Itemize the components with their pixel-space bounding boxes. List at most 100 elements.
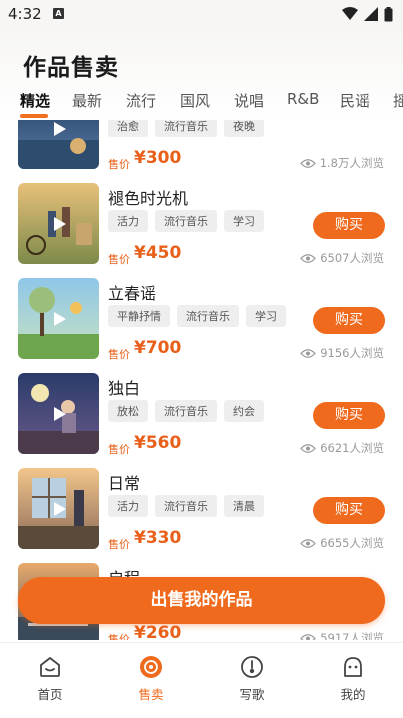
- view-count-text: 5917人浏览: [320, 631, 384, 640]
- price: ¥300: [134, 148, 182, 168]
- tag: 放松: [108, 400, 148, 422]
- list-item[interactable]: 褪色时光机 活力 流行音乐 学习 售价 ¥450 购买 6507人浏览: [0, 183, 403, 278]
- signal-icon: [364, 7, 378, 21]
- tag-list: 治愈 流行音乐 夜晚: [108, 120, 264, 137]
- nav-item-write[interactable]: 写歌: [222, 655, 282, 703]
- tag: 流行音乐: [155, 400, 217, 422]
- tag-list: 放松 流行音乐 约会: [108, 400, 264, 422]
- view-count-text: 9156人浏览: [320, 346, 384, 360]
- header: 作品售卖 精选 最新 流行 国风 说唱 R&B 民谣 摇: [0, 28, 403, 120]
- pen-icon: [241, 656, 263, 678]
- tag: 流行音乐: [155, 210, 217, 232]
- tag: 流行音乐: [177, 305, 239, 327]
- eye-icon: [299, 158, 316, 168]
- buy-button[interactable]: 购买: [313, 402, 385, 429]
- cover-image[interactable]: [18, 183, 99, 264]
- view-count: 5917人浏览: [300, 630, 384, 640]
- work-title[interactable]: 立春谣: [108, 280, 156, 304]
- sell-my-work-button[interactable]: 出售我的作品: [18, 577, 385, 624]
- price-label: 售价: [108, 443, 130, 456]
- tab-rnb[interactable]: R&B: [287, 90, 319, 108]
- vinyl-icon: [140, 656, 162, 678]
- eye-icon: [300, 253, 317, 263]
- play-icon[interactable]: [51, 216, 67, 232]
- price: ¥700: [134, 338, 182, 358]
- tab-rap[interactable]: 说唱: [234, 90, 264, 111]
- price-label: 售价: [108, 538, 130, 551]
- price: ¥260: [134, 623, 182, 640]
- price: ¥330: [134, 528, 182, 548]
- home-icon: [40, 657, 60, 677]
- play-icon[interactable]: [51, 311, 67, 327]
- tag: 流行音乐: [155, 495, 217, 517]
- tab-pop[interactable]: 流行: [126, 90, 156, 111]
- play-icon[interactable]: [51, 406, 67, 422]
- nav-label: 写歌: [239, 687, 265, 702]
- view-count-text: 1.8万人浏览: [319, 156, 384, 170]
- tag: 流行音乐: [155, 120, 217, 137]
- tag-list: 平静抒情 流行音乐 学习: [108, 305, 286, 327]
- buy-button[interactable]: 购买: [313, 497, 385, 524]
- category-tabs: 精选 最新 流行 国风 说唱 R&B 民谣 摇: [0, 90, 403, 116]
- list-item[interactable]: 日常 活力 流行音乐 清晨 售价 ¥330 购买 6655人浏览: [0, 468, 403, 563]
- cover-image[interactable]: [18, 373, 99, 454]
- price: ¥450: [134, 243, 182, 263]
- price-label: 售价: [108, 348, 130, 361]
- list-item[interactable]: 立春谣 平静抒情 流行音乐 学习 售价 ¥700 购买 9156人浏览: [0, 278, 403, 373]
- status-bar: 4:32 A: [0, 0, 403, 28]
- list-item[interactable]: 治愈 流行音乐 夜晚 售价 ¥300 购买 1.8万人浏览: [0, 120, 403, 183]
- status-time: 4:32: [8, 5, 42, 23]
- cover-image[interactable]: [18, 278, 99, 359]
- price-label: 售价: [108, 633, 130, 640]
- work-title[interactable]: 独白: [108, 375, 140, 399]
- list-item[interactable]: 独白 放松 流行音乐 约会 售价 ¥560 购买 6621人浏览: [0, 373, 403, 468]
- notification-icon: A: [53, 8, 64, 19]
- play-icon[interactable]: [51, 501, 67, 517]
- work-title[interactable]: 褪色时光机: [108, 185, 188, 209]
- profile-icon: [344, 657, 362, 677]
- view-count-text: 6621人浏览: [320, 441, 384, 455]
- tab-latest[interactable]: 最新: [72, 90, 102, 111]
- price-label: 售价: [108, 253, 130, 266]
- tag: 约会: [224, 400, 264, 422]
- page-title: 作品售卖: [23, 55, 119, 81]
- cover-image[interactable]: [18, 120, 99, 169]
- price-label: 售价: [108, 158, 130, 171]
- eye-icon: [300, 443, 317, 453]
- tag: 学习: [246, 305, 286, 327]
- view-count: 1.8万人浏览: [299, 155, 384, 171]
- gesture-bar: [0, 704, 403, 718]
- eye-icon: [300, 538, 317, 548]
- tab-folk[interactable]: 民谣: [340, 90, 370, 111]
- view-count: 6655人浏览: [300, 535, 384, 551]
- work-list[interactable]: 治愈 流行音乐 夜晚 售价 ¥300 购买 1.8万人浏览 褪色时光机 活力 流…: [0, 120, 403, 640]
- buy-button[interactable]: 购买: [313, 212, 385, 239]
- view-count-text: 6655人浏览: [320, 536, 384, 550]
- tag-list: 活力 流行音乐 学习: [108, 210, 264, 232]
- tag-list: 活力 流行音乐 清晨: [108, 495, 264, 517]
- status-icons: [342, 6, 393, 22]
- tag: 治愈: [108, 120, 148, 137]
- tag: 平静抒情: [108, 305, 170, 327]
- nav-label: 售卖: [138, 687, 164, 702]
- tab-rock[interactable]: 摇: [393, 90, 403, 111]
- nav-item-sell[interactable]: 售卖: [121, 655, 181, 703]
- tab-featured[interactable]: 精选: [20, 90, 50, 111]
- view-count: 9156人浏览: [300, 345, 384, 361]
- nav-label: 我的: [340, 687, 366, 702]
- nav-item-profile[interactable]: 我的: [323, 655, 383, 703]
- tag: 活力: [108, 210, 148, 232]
- tag: 学习: [224, 210, 264, 232]
- tag: 活力: [108, 495, 148, 517]
- cover-image[interactable]: [18, 468, 99, 549]
- play-icon[interactable]: [51, 121, 67, 137]
- active-tab-indicator: [20, 114, 48, 118]
- work-title[interactable]: 日常: [108, 470, 140, 494]
- nav-item-home[interactable]: 首页: [20, 655, 80, 703]
- nav-label: 首页: [37, 687, 63, 702]
- view-count: 6507人浏览: [300, 250, 384, 266]
- tab-guofeng[interactable]: 国风: [180, 90, 210, 111]
- buy-button[interactable]: 购买: [313, 307, 385, 334]
- eye-icon: [300, 633, 317, 640]
- wifi-icon: [342, 7, 358, 20]
